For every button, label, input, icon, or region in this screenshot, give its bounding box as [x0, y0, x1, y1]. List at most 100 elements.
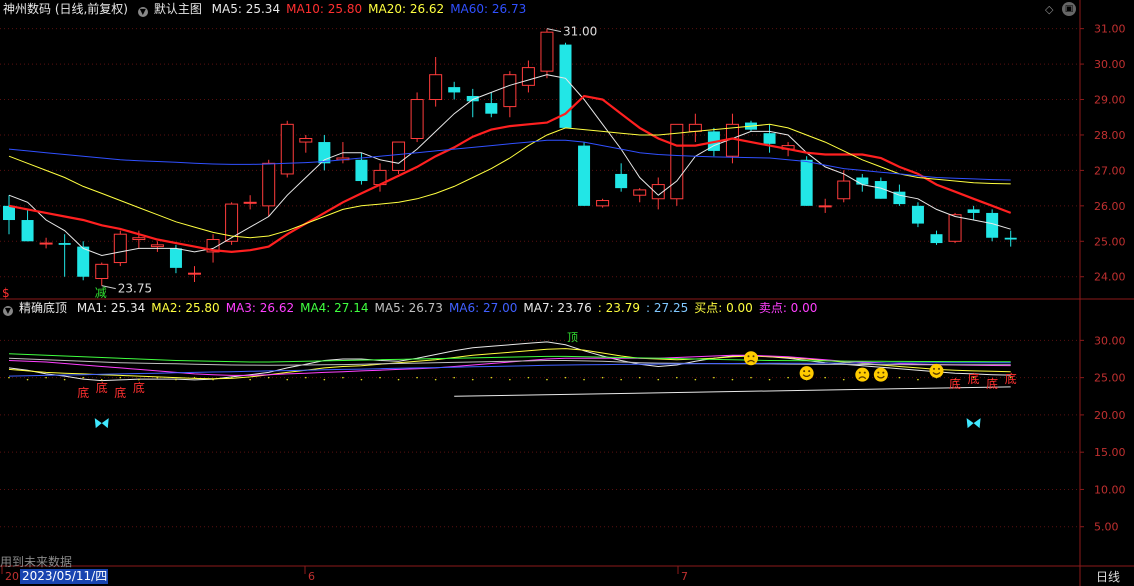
face-eye [882, 371, 885, 374]
face-eye [747, 355, 750, 358]
candle-body [392, 141, 406, 171]
signal-dot [397, 378, 400, 381]
bottom-signal: 底 [968, 371, 980, 386]
signal-dot [230, 376, 233, 379]
signal-dot [63, 378, 66, 381]
sub-ma-label-2: MA3: 26.62 [225, 301, 295, 315]
face-eye [863, 371, 866, 374]
signal-dot [286, 378, 289, 381]
diamond-icon[interactable]: ◇ [1045, 3, 1053, 16]
signal-dot [8, 376, 10, 379]
bottom-signal: 底 [77, 385, 89, 400]
signal-dot [453, 376, 456, 379]
candle-body [113, 233, 127, 264]
signal-dot [527, 376, 530, 379]
sub-ma-label-10: 卖点: 0.00 [758, 301, 818, 315]
smiley-icon [799, 366, 814, 381]
candle-body [466, 95, 479, 102]
sub-ma-label-3: MA4: 27.14 [300, 301, 369, 315]
bottom-signal: 底 [949, 376, 961, 391]
sub-ma-label-5: MA6: 27.00 [448, 301, 518, 315]
candle-body [615, 173, 628, 189]
candle-body [77, 246, 90, 277]
candle-body [596, 200, 610, 207]
face-eye [858, 371, 861, 374]
signal-dot [694, 378, 697, 381]
candle-body [58, 243, 71, 245]
top-signal: 顶 [567, 331, 578, 344]
candle-body [355, 159, 368, 182]
future-data-status: 用到未来数据 [0, 555, 73, 569]
frown-icon [855, 367, 870, 382]
main-ytick-label: 31.00 [1094, 23, 1126, 36]
expand-icon[interactable]: ▣ [1062, 2, 1076, 16]
face-eye [752, 355, 755, 358]
signal-dot [193, 376, 196, 379]
signal-dot [787, 376, 789, 379]
candle-body [818, 205, 832, 208]
low-label: 23.75 [118, 282, 152, 296]
signal-dot [638, 376, 641, 379]
signal-dot [379, 376, 381, 379]
sub-ma-label-1: MA2: 25.80 [151, 301, 220, 315]
bottom-signal: 底 [1005, 371, 1017, 386]
face-eye [808, 370, 811, 373]
signal-dot [342, 376, 344, 379]
chart-canvas[interactable]: 31.00 30.00 29.00 28.00 27.00 26.00 25.00 24.00… [0, 0, 1134, 586]
candle-body [3, 205, 15, 221]
sub-indicator-name[interactable]: 精确底顶 [19, 301, 67, 315]
month-label: 6 [308, 570, 315, 583]
signal-dot [898, 376, 901, 379]
signal-dot [509, 378, 511, 381]
signal-dot [26, 378, 29, 381]
signal-dot [546, 378, 548, 381]
signal-dot [305, 376, 307, 379]
signal-dot [731, 378, 734, 381]
month-label: 20 [5, 570, 19, 583]
main-ytick-label: 27.00 [1094, 164, 1126, 177]
sub-ma-label-7: : 23.79 [597, 301, 641, 315]
candle-body [948, 214, 962, 242]
main-ma-line-MA60 [8, 139, 1011, 181]
main-ytick-label: 28.00 [1094, 129, 1126, 142]
signal-dot [601, 376, 604, 379]
main-indicator-name[interactable]: 默认主图 [154, 2, 202, 16]
signal-dot [119, 376, 122, 379]
candle-body [150, 244, 164, 248]
bottom-signal: 底 [986, 376, 998, 391]
sub-indicator-toggle-icon[interactable]: ▼ [3, 306, 13, 316]
candle-body [188, 272, 201, 275]
candle-body [262, 162, 276, 207]
signal-dot [824, 376, 826, 379]
signal-dot [360, 378, 363, 381]
signal-dot [434, 378, 437, 381]
frown-icon [744, 351, 758, 366]
signal-dot [564, 376, 567, 379]
period-label[interactable]: 日线 [1082, 569, 1134, 586]
main-ytick-label: 24.00 [1094, 271, 1126, 284]
face-eye [877, 371, 880, 374]
candle-body [688, 123, 702, 132]
candle-body [1004, 237, 1017, 240]
signal-dot [490, 376, 493, 379]
candle-body [299, 138, 313, 143]
candle-body [911, 205, 924, 224]
candle-body [410, 99, 424, 140]
candle-body [132, 237, 146, 241]
candle-body [837, 180, 851, 200]
sub-ma-label-8: : 27.25 [646, 301, 689, 315]
signal-dot [82, 376, 84, 379]
sub-ytick-label: 30.00 [1094, 334, 1126, 347]
indicator-toggle-icon[interactable]: ▼ [137, 7, 148, 17]
signal-dot [657, 378, 660, 381]
signal-dot [416, 376, 418, 379]
sub-ytick-label: 5.00 [1094, 521, 1119, 534]
low-marker: 减 [95, 286, 107, 300]
signal-dot [768, 378, 771, 381]
main-ma-line-MA10 [8, 94, 1012, 254]
signal-dot [175, 378, 177, 381]
main-panel-header: 神州数码 (日线,前复权) ▼ 默认主图 MA5: 25.34 MA10: 25.8… [3, 2, 538, 17]
candle-body [856, 177, 869, 185]
s-marker: $ [2, 286, 10, 300]
butterfly-icon [966, 418, 981, 429]
